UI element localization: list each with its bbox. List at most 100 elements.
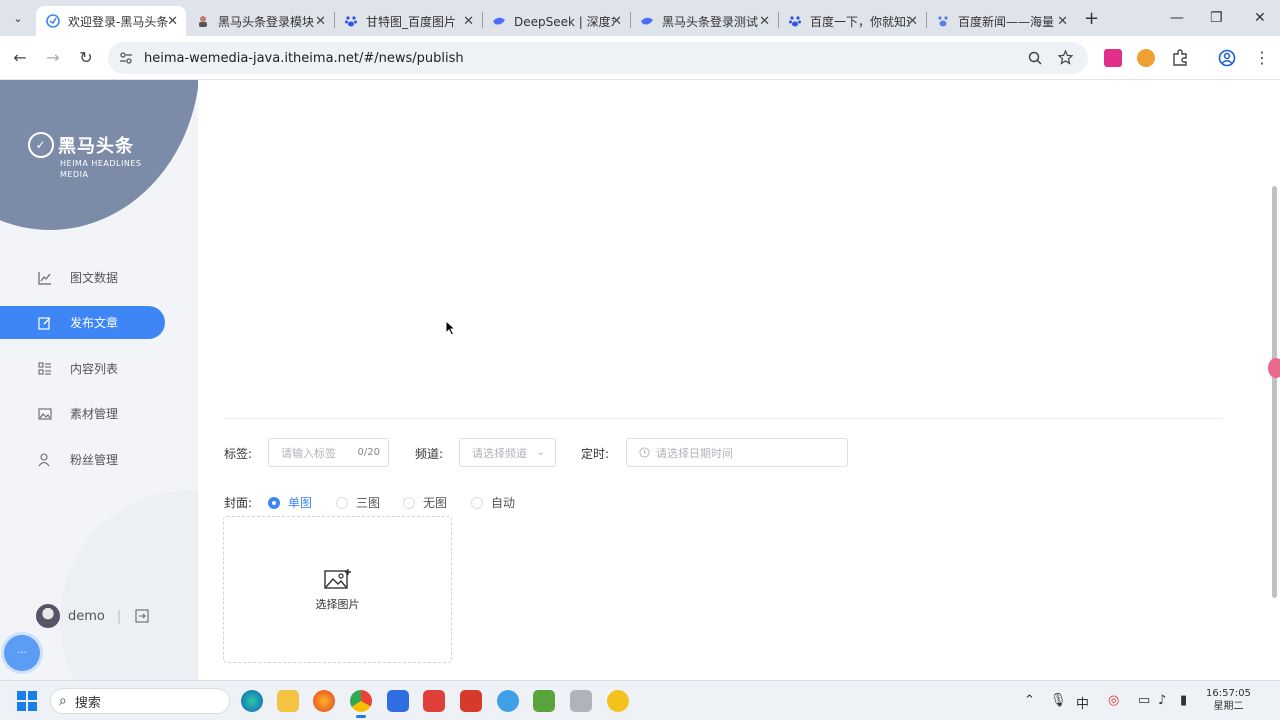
user-divider: |	[116, 608, 122, 624]
back-arrow-icon[interactable]: ←	[10, 48, 30, 67]
volume-icon[interactable]: ♪	[1158, 693, 1166, 708]
edge-icon[interactable]	[241, 690, 263, 712]
app-puzzle-icon[interactable]	[460, 690, 482, 712]
tab-search-button[interactable]: ⌄	[8, 7, 28, 29]
radio-label: 单图	[288, 496, 313, 510]
editor-divider	[224, 418, 1222, 419]
reload-icon[interactable]: ↻	[76, 48, 96, 67]
schedule-datetime-picker[interactable]: 请选择日期时间	[626, 438, 848, 467]
tag-placeholder: 请输入标签	[281, 446, 336, 460]
windows-start-icon[interactable]	[17, 691, 37, 711]
menu-item-article-data[interactable]: 图文数据	[0, 261, 165, 294]
tab-title: 黑马头条登录模块	[218, 14, 315, 29]
close-tab-icon[interactable]: ✕	[315, 14, 326, 29]
menu-label: 发布文章	[70, 316, 119, 330]
cover-radio-three[interactable]: 三图	[336, 494, 380, 511]
radio-dot	[471, 496, 483, 509]
address-bar[interactable]: heima-wemedia-java.itheima.net/#/news/pu…	[108, 42, 1088, 74]
user-panel: demo |	[36, 604, 149, 628]
clock-icon	[639, 447, 650, 458]
browser-menu-icon[interactable]: ⋮	[1252, 48, 1272, 67]
browser-tab[interactable]: 百度新闻——海量 ✕	[926, 6, 1076, 36]
extensions-puzzle-icon[interactable]	[1171, 49, 1189, 67]
file-explorer-icon[interactable]	[277, 690, 299, 712]
tab-title: 百度一下，你就知道	[810, 14, 910, 29]
profile-icon[interactable]	[1218, 49, 1236, 67]
close-tab-icon[interactable]: ✕	[759, 14, 770, 29]
clock-weekday: 星期二	[1213, 701, 1244, 712]
menu-item-publish-article[interactable]: 发布文章	[0, 306, 165, 339]
browser-tab[interactable]: 黑马头条登录测试 ✕	[630, 6, 778, 36]
floating-side-widget[interactable]	[1268, 358, 1280, 378]
radio-dot	[403, 496, 415, 509]
restore-icon[interactable]: ❐	[1210, 10, 1223, 26]
schedule-label: 定时:	[581, 447, 610, 461]
close-tab-icon[interactable]: ✕	[1057, 14, 1068, 29]
microphone-icon[interactable]: 🎙	[1050, 693, 1067, 708]
avatar-favicon-icon	[199, 16, 207, 27]
browser-tab[interactable]: 百度一下，你就知道 ✕	[778, 6, 926, 36]
browser-tab[interactable]: 甘特图_百度图片 ✕	[334, 6, 482, 36]
browser-tab[interactable]: DeepSeek | 深度求索 ✕	[482, 6, 630, 36]
clock-time: 16:57:05	[1206, 688, 1251, 699]
bookmark-star-icon[interactable]	[1058, 50, 1073, 65]
cover-radio-auto[interactable]: 自动	[471, 494, 515, 511]
extension-gauge-icon[interactable]	[1137, 49, 1155, 67]
channel-placeholder: 请选择频道	[472, 446, 527, 460]
app-green-icon[interactable]	[533, 690, 555, 712]
tab-title: 甘特图_百度图片	[366, 14, 457, 29]
network-icon[interactable]: ▭	[1138, 693, 1150, 708]
logout-icon[interactable]	[135, 609, 149, 623]
baidu-paw-icon	[789, 16, 801, 27]
floating-assistant-button[interactable]: ···	[4, 635, 40, 671]
close-tab-icon[interactable]: ✕	[907, 14, 918, 29]
app-blue-icon[interactable]	[387, 690, 409, 712]
taskbar-search-text: 搜索	[74, 695, 101, 711]
brand-name: 黑马头条	[58, 136, 134, 157]
user-icon	[38, 452, 50, 466]
system-clock[interactable]: 16:57:05 星期二	[1206, 687, 1251, 713]
app-chat-icon[interactable]	[497, 690, 519, 712]
chart-line-icon	[38, 271, 51, 285]
schedule-placeholder: 请选择日期时间	[656, 446, 733, 460]
cover-image-uploader[interactable]: 选择图片	[223, 516, 452, 663]
avatar[interactable]	[36, 604, 60, 628]
site-info-icon[interactable]	[119, 51, 133, 65]
close-window-icon[interactable]: ✕	[1254, 10, 1266, 26]
ime-icon[interactable]: 中	[1076, 693, 1089, 712]
app-red-icon[interactable]	[423, 690, 445, 712]
firefox-icon[interactable]	[313, 690, 335, 712]
chrome-icon[interactable]	[350, 690, 372, 718]
menu-item-materials[interactable]: 素材管理	[0, 397, 165, 430]
taskbar-search[interactable]: ⌕ 搜索	[50, 688, 230, 714]
tab-title: 百度新闻——海量	[958, 14, 1055, 29]
forward-arrow-icon[interactable]: →	[43, 48, 63, 67]
cover-radio-none[interactable]: 无图	[403, 494, 447, 511]
scrollbar-thumb[interactable]	[1272, 186, 1277, 598]
zoom-icon[interactable]	[1028, 51, 1042, 65]
new-tab-plus-icon[interactable]: +	[1084, 8, 1099, 29]
tray-chevron-up-icon[interactable]: ⌃	[1024, 693, 1035, 708]
cover-label: 封面:	[224, 496, 253, 510]
cover-radio-single[interactable]: 单图	[268, 494, 312, 511]
tray-app-icon[interactable]: ◎	[1108, 693, 1119, 708]
close-tab-icon[interactable]: ✕	[463, 14, 474, 29]
extension-translate-icon[interactable]	[1104, 49, 1122, 67]
deepseek-whale-icon	[493, 17, 505, 25]
wing-logo-icon	[46, 14, 60, 28]
battery-icon[interactable]: ▮	[1180, 693, 1187, 708]
tag-input[interactable]: 请输入标签 0/20	[268, 438, 389, 467]
minimize-icon[interactable]: —	[1170, 10, 1184, 26]
browser-tab-active[interactable]: 欢迎登录-黑马头条 ✕	[36, 6, 186, 36]
menu-item-content-list[interactable]: 内容列表	[0, 352, 165, 385]
app-yellow-icon[interactable]	[607, 690, 629, 712]
app-clock-icon[interactable]	[570, 690, 592, 712]
browser-tab[interactable]: 黑马头条登录模块 ✕	[186, 6, 334, 36]
channel-select[interactable]: 请选择频道 ⌄	[459, 438, 556, 467]
tab-title: 黑马头条登录测试	[662, 14, 759, 29]
brand-logo[interactable]: ✓ 黑马头条 HEIMA HEADLINES MEDIA	[28, 132, 141, 180]
close-tab-icon[interactable]: ✕	[611, 14, 622, 29]
close-tab-icon[interactable]: ✕	[167, 14, 178, 29]
list-icon	[38, 361, 51, 375]
menu-item-fans[interactable]: 粉丝管理	[0, 443, 165, 476]
